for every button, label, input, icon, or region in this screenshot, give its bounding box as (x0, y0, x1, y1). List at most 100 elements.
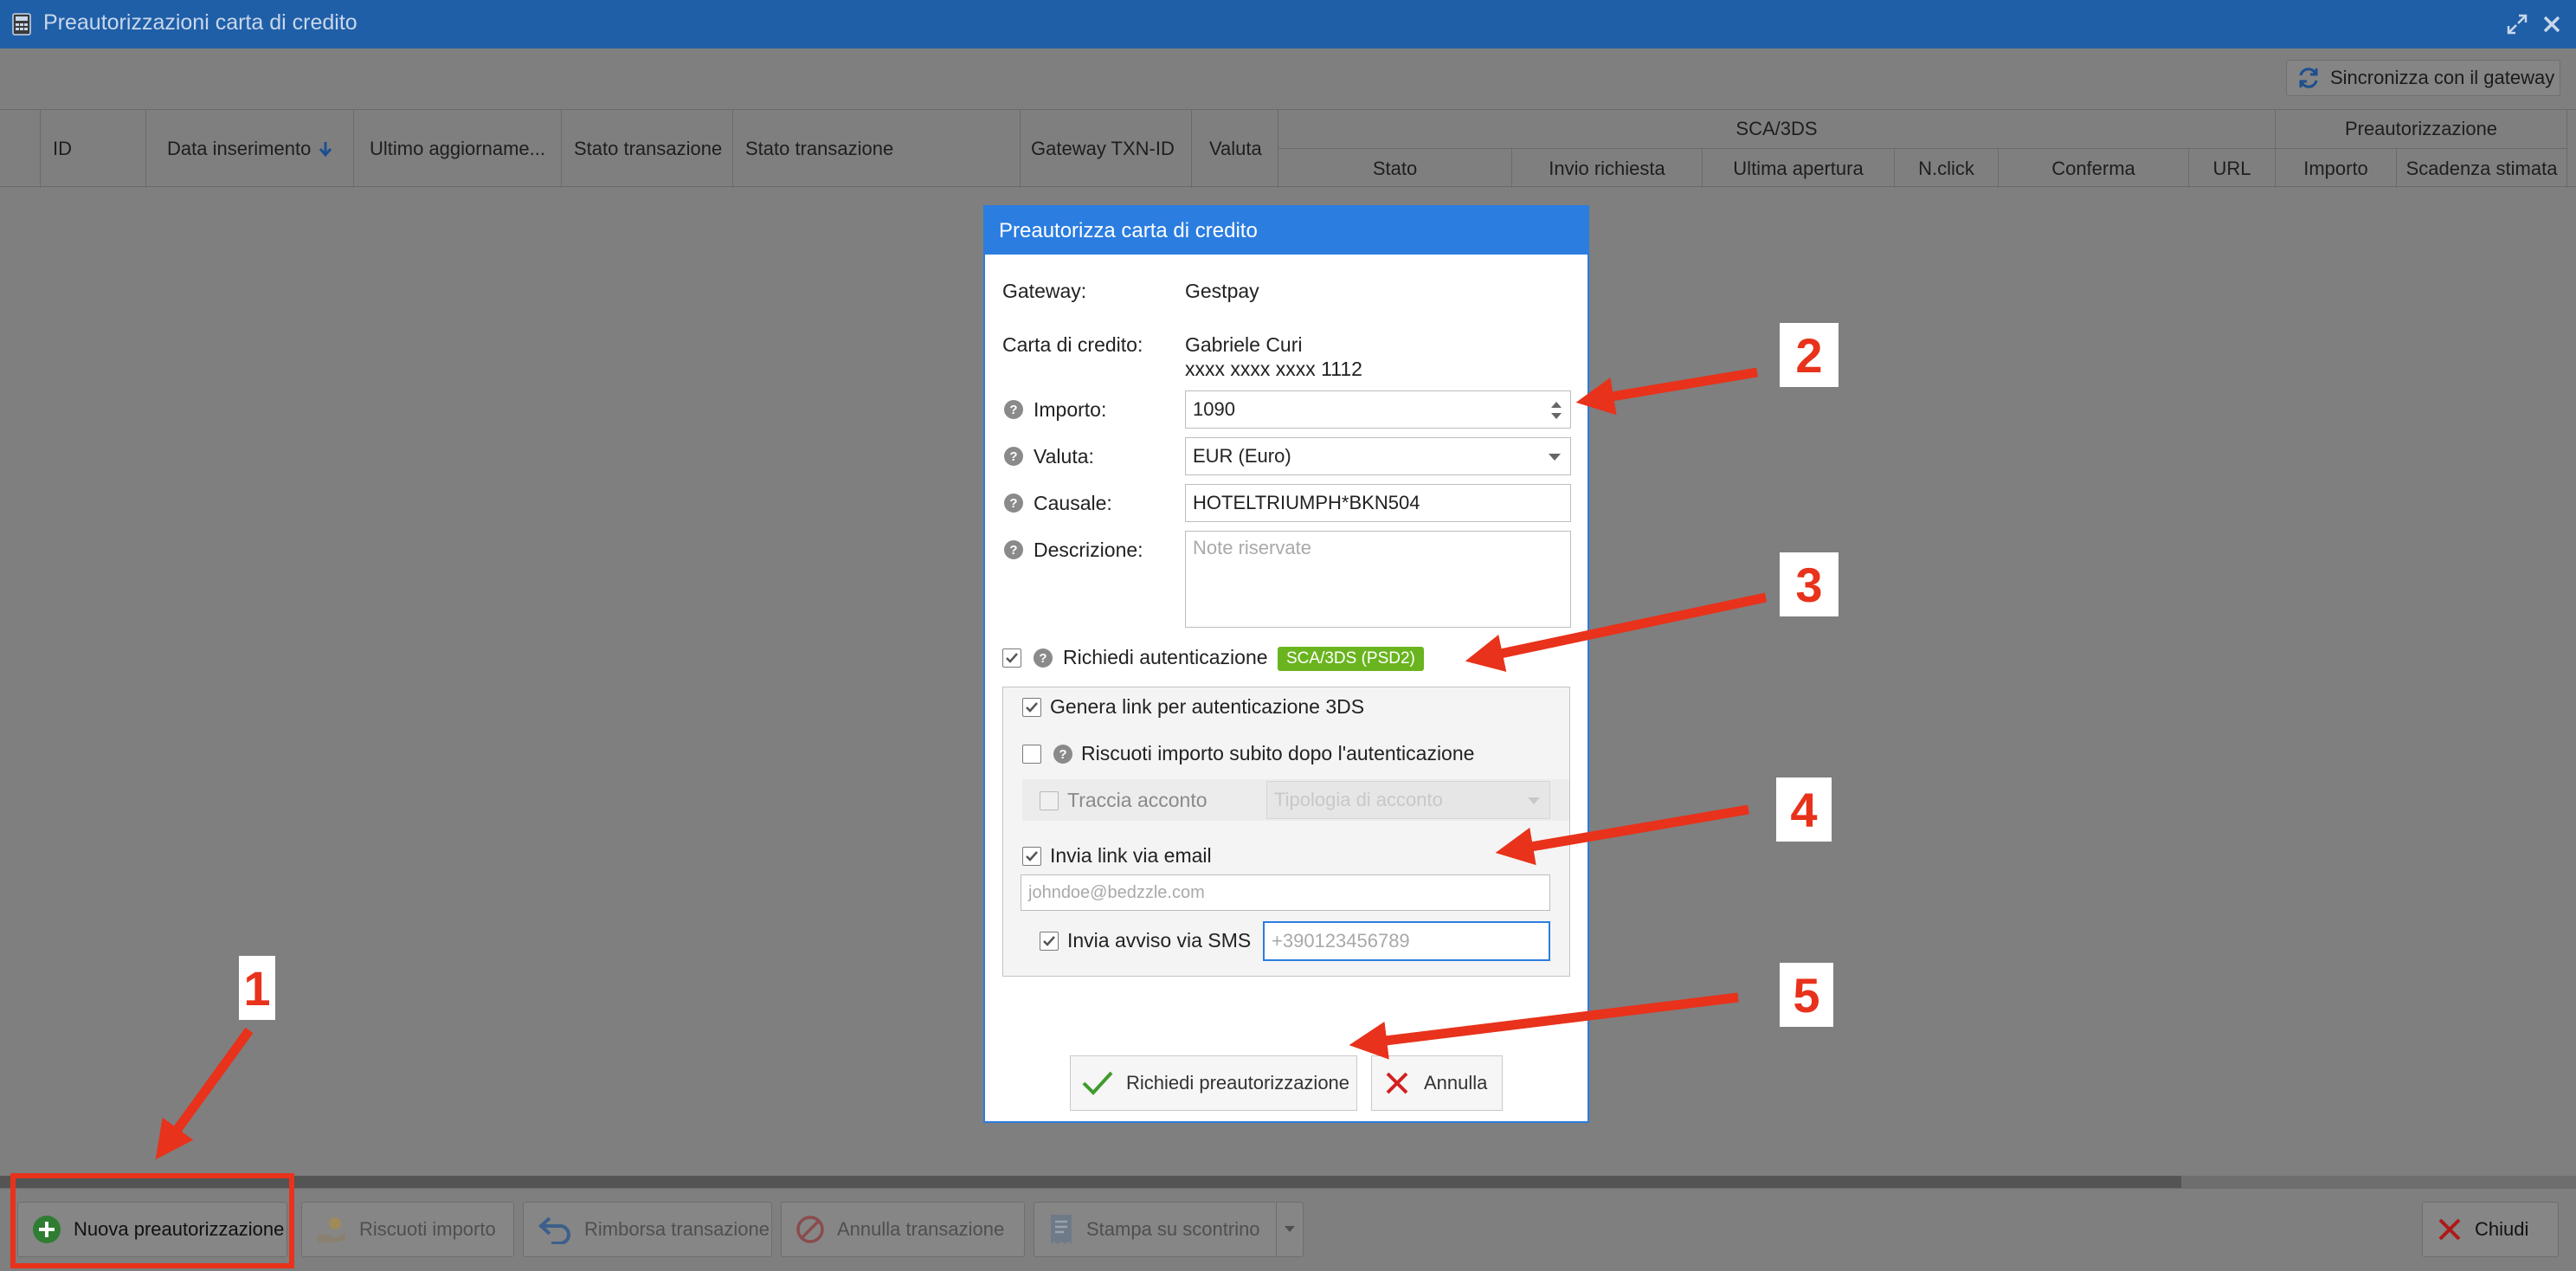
spinner-arrows-icon[interactable] (1549, 399, 1563, 422)
arrow-2 (1575, 367, 1758, 416)
submit-preauth-button[interactable]: Richiedi preautorizzazione (1070, 1055, 1357, 1111)
undo-arrow-icon (538, 1216, 570, 1244)
chevron-down-icon (1528, 797, 1540, 804)
track-deposit-label: Traccia acconto (1067, 789, 1208, 811)
col-n-click[interactable]: N.click (1894, 148, 1998, 188)
collect-after-label: Riscuoti importo subito dopo l'autentica… (1081, 742, 1475, 765)
receipt-icon (1051, 1215, 1072, 1244)
help-icon[interactable]: ? (1004, 400, 1023, 419)
email-input[interactable]: johndoe@bedzzle.com (1021, 874, 1550, 911)
window-title: Preautorizzazioni carta di credito (43, 10, 357, 35)
col-stato-transazione-1[interactable]: Stato transazione (561, 110, 732, 188)
sca-badge: SCA/3DS (PSD2) (1278, 647, 1424, 671)
scrollbar-thumb[interactable] (0, 1176, 2181, 1188)
reason-label: Causale: (1034, 492, 1112, 514)
card-label: Carta di credito: (1002, 333, 1143, 356)
col-conferma[interactable]: Conferma (1998, 148, 2188, 188)
annotation-number-3: 3 (1780, 552, 1839, 616)
checkmark-icon (1043, 936, 1055, 946)
col-scadenza-stimata[interactable]: Scadenza stimata (2396, 148, 2567, 188)
reason-input[interactable]: HOTELTRIUMPH*BKN504 (1185, 484, 1571, 522)
grid-header: ID Data inserimento Ultimo aggiorname...… (0, 109, 2576, 188)
description-placeholder: Note riservate (1193, 537, 1311, 558)
help-icon[interactable]: ? (1004, 494, 1023, 513)
col-importo[interactable]: Importo (2275, 148, 2396, 188)
dialog-title: Preautorizza carta di credito (985, 207, 1587, 255)
close-window-icon[interactable] (2538, 10, 2566, 38)
sync-gateway-button[interactable]: Sincronizza con il gateway (2286, 60, 2560, 96)
close-button[interactable]: Chiudi (2422, 1202, 2559, 1257)
sms-checkbox[interactable] (1040, 932, 1059, 951)
annotation-number-2: 2 (1780, 323, 1839, 387)
sync-gateway-label: Sincronizza con il gateway (2330, 67, 2555, 88)
col-sca-stato-label: Stato (1372, 157, 1418, 179)
currency-value: EUR (Euro) (1193, 445, 1291, 467)
checkmark-icon (1082, 1071, 1113, 1095)
description-label: Descrizione: (1034, 539, 1143, 561)
maximize-icon[interactable] (2503, 10, 2531, 38)
col-url[interactable]: URL (2188, 148, 2275, 188)
col-n-click-label: N.click (1918, 157, 1974, 179)
help-icon[interactable]: ? (1004, 540, 1023, 559)
col-ultima-apertura[interactable]: Ultima apertura (1702, 148, 1894, 188)
prohibited-icon (796, 1216, 824, 1243)
amount-label: Importo: (1034, 398, 1107, 421)
help-icon[interactable]: ? (1004, 447, 1023, 466)
chevron-down-icon (1284, 1226, 1295, 1232)
gateway-label: Gateway: (1002, 280, 1087, 302)
auth-checkbox[interactable] (1002, 648, 1021, 668)
print-receipt-button[interactable]: Stampa su scontrino (1034, 1202, 1304, 1257)
description-textarea[interactable]: Note riservate (1185, 531, 1571, 628)
track-deposit-checkbox[interactable] (1040, 791, 1059, 810)
collect-after-checkbox[interactable] (1022, 745, 1041, 764)
email-placeholder: johndoe@bedzzle.com (1028, 882, 1205, 902)
sms-placeholder: +390123456789 (1272, 930, 1410, 952)
email-link-checkbox[interactable] (1022, 847, 1041, 866)
col-stato-transazione-2-label: Stato transazione (745, 138, 894, 159)
preauth-dialog: Preautorizza carta di credito Gateway: G… (983, 205, 1589, 1123)
col-id[interactable]: ID (40, 110, 145, 188)
gen-link-checkbox[interactable] (1022, 698, 1041, 717)
sync-icon (2299, 68, 2318, 88)
help-icon[interactable]: ? (1053, 745, 1072, 764)
col-gateway-txn-id-label: Gateway TXN-ID (1031, 138, 1175, 159)
highlight-new-preauth (10, 1173, 294, 1268)
deposit-type-select[interactable]: Tipologia di acconto (1266, 781, 1550, 819)
reason-value: HOTELTRIUMPH*BKN504 (1193, 492, 1420, 513)
group-sca-3ds: SCA/3DS (1278, 110, 2275, 148)
annotation-number-1: 1 (239, 956, 275, 1020)
sort-down-icon (319, 142, 332, 158)
help-icon[interactable]: ? (1034, 648, 1053, 668)
col-id-label: ID (53, 138, 72, 159)
col-ultimo-aggiornamento[interactable]: Ultimo aggiorname... (353, 110, 561, 188)
currency-select[interactable]: EUR (Euro) (1185, 437, 1571, 475)
email-link-label: Invia link via email (1050, 844, 1212, 867)
annotation-number-5: 5 (1780, 963, 1833, 1027)
print-dropdown-toggle[interactable] (1275, 1202, 1303, 1257)
col-data-inserimento-label: Data inserimento (167, 138, 312, 159)
checkmark-icon (1026, 851, 1038, 861)
horizontal-scrollbar[interactable] (0, 1176, 2576, 1188)
collect-amount-button[interactable]: Riscuoti importo (301, 1202, 514, 1257)
sca-options-panel: Genera link per autenticazione 3DS ? Ris… (1002, 687, 1570, 977)
window-titlebar: Preautorizzazioni carta di credito (0, 0, 2576, 48)
col-gateway-txn-id[interactable]: Gateway TXN-ID (1020, 110, 1191, 188)
col-sca-stato[interactable]: Stato (1278, 148, 1511, 188)
col-stato-transazione-2[interactable]: Stato transazione (732, 110, 1020, 188)
close-x-icon (2438, 1218, 2461, 1241)
col-invio-richiesta[interactable]: Invio richiesta (1511, 148, 1702, 188)
refund-transaction-label: Rimborsa transazione (584, 1218, 770, 1240)
col-scadenza-stimata-label: Scadenza stimata (2405, 157, 2558, 179)
col-valuta[interactable]: Valuta (1191, 110, 1278, 188)
card-holder: Gabriele Curi (1185, 333, 1303, 356)
cancel-dialog-label: Annulla (1424, 1072, 1488, 1094)
col-data-inserimento[interactable]: Data inserimento (145, 110, 353, 188)
col-importo-label: Importo (2303, 157, 2368, 179)
refund-transaction-button[interactable]: Rimborsa transazione (523, 1202, 772, 1257)
cancel-dialog-button[interactable]: Annulla (1371, 1055, 1503, 1111)
cancel-transaction-button[interactable]: Annulla transazione (781, 1202, 1025, 1257)
deposit-type-placeholder: Tipologia di acconto (1274, 789, 1443, 810)
sms-input[interactable]: +390123456789 (1263, 921, 1550, 961)
chevron-down-icon (1549, 454, 1561, 461)
amount-input[interactable]: 1090 (1185, 390, 1571, 429)
